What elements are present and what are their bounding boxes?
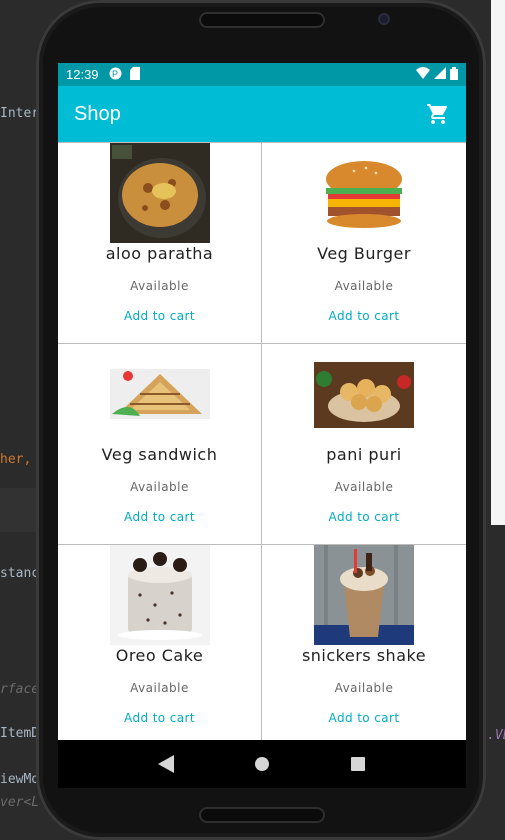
svg-text:P: P: [112, 69, 118, 79]
ide-right-panel: [491, 0, 505, 525]
ide-code-snippet: ver<L: [0, 795, 40, 810]
product-name: Oreo Cake: [115, 646, 204, 665]
add-to-cart-button[interactable]: Add to cart: [329, 309, 400, 323]
add-to-cart-button[interactable]: Add to cart: [329, 711, 400, 725]
bottom-speaker: [199, 807, 325, 823]
back-icon[interactable]: [154, 752, 178, 776]
product-name: pani puri: [326, 445, 402, 464]
product-name: Veg sandwich: [101, 445, 218, 464]
ide-code-snippet: stanc: [0, 566, 40, 581]
recents-icon[interactable]: [346, 752, 370, 776]
status-icons: [416, 66, 458, 83]
product-image-aloo-paratha: [109, 143, 210, 243]
home-icon[interactable]: [250, 752, 274, 776]
wifi-icon: [416, 67, 430, 82]
product-availability: Available: [334, 681, 394, 695]
ide-code-snippet: Inter: [0, 106, 40, 121]
ide-highlight-line: [0, 488, 40, 532]
product-card[interactable]: snickers shake Available Add to cart: [262, 545, 466, 740]
product-card[interactable]: aloo paratha Available Add to cart: [58, 143, 262, 344]
ide-code-snippet: iewMo: [0, 772, 40, 787]
sync-icon: P: [109, 67, 122, 83]
product-name: aloo paratha: [105, 244, 214, 263]
product-grid: aloo paratha Available Add to cart Veg B…: [58, 142, 466, 740]
product-availability: Available: [130, 480, 189, 494]
product-image-veg-sandwich: [109, 344, 210, 444]
product-image-oreo-cake: [109, 545, 210, 645]
product-availability: Available: [334, 480, 394, 494]
product-availability: Available: [130, 681, 189, 695]
add-to-cart-button[interactable]: Add to cart: [124, 510, 195, 524]
app-bar: Shop: [58, 86, 466, 142]
product-availability: Available: [130, 279, 189, 293]
ide-code-snippet: ItemD: [0, 726, 40, 741]
product-image-pani-puri: [314, 344, 414, 444]
app-title: Shop: [74, 102, 121, 125]
navigation-bar: [58, 740, 466, 788]
app-screen: 12:39 P Shop aloo paratha Available Add …: [58, 63, 466, 740]
ide-code-snippet: her,: [0, 452, 32, 467]
product-card[interactable]: Veg Burger Available Add to cart: [262, 143, 466, 344]
front-camera: [378, 13, 390, 25]
product-card[interactable]: Oreo Cake Available Add to cart: [58, 545, 262, 740]
shopping-cart-icon[interactable]: [426, 102, 450, 126]
product-name: Veg Burger: [317, 244, 411, 263]
product-availability: Available: [334, 279, 394, 293]
product-card[interactable]: Veg sandwich Available Add to cart: [58, 344, 262, 545]
product-name: snickers shake: [301, 646, 427, 665]
add-to-cart-button[interactable]: Add to cart: [329, 510, 400, 524]
add-to-cart-button[interactable]: Add to cart: [124, 309, 195, 323]
status-time: 12:39: [66, 67, 99, 82]
battery-icon: [450, 66, 458, 83]
sd-card-icon: [129, 66, 140, 83]
add-to-cart-button[interactable]: Add to cart: [124, 711, 195, 725]
product-image-snickers-shake: [314, 545, 414, 645]
ide-code-snippet: .VE: [487, 728, 505, 743]
product-card[interactable]: pani puri Available Add to cart: [262, 344, 466, 545]
signal-icon: [434, 67, 446, 82]
top-speaker: [199, 12, 325, 28]
status-bar: 12:39 P: [58, 63, 466, 86]
product-image-veg-burger: [314, 143, 414, 243]
